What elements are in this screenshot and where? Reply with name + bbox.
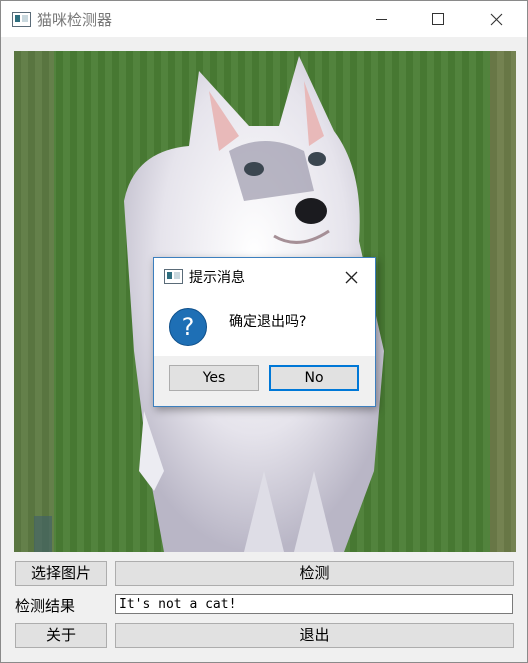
- no-button[interactable]: No: [269, 365, 359, 391]
- select-image-button[interactable]: 选择图片: [15, 561, 107, 586]
- dialog-title: 提示消息: [189, 270, 245, 286]
- confirm-dialog: 提示消息 ? 确定退出吗? Yes No: [153, 257, 376, 407]
- app-icon: [12, 12, 31, 27]
- dialog-button-bar: Yes No: [154, 356, 375, 406]
- minimize-button[interactable]: [359, 1, 405, 37]
- dialog-app-icon: [164, 269, 183, 284]
- result-label: 检测结果: [15, 597, 76, 615]
- maximize-icon: [432, 13, 444, 25]
- close-button[interactable]: [473, 1, 519, 37]
- maximize-button[interactable]: [413, 1, 459, 37]
- title-bar[interactable]: 猫咪检测器: [1, 1, 527, 37]
- dialog-message: 确定退出吗?: [229, 314, 307, 330]
- result-field[interactable]: It's not a cat!: [115, 594, 513, 614]
- close-icon: [490, 13, 503, 26]
- detect-button[interactable]: 检测: [115, 561, 514, 586]
- window-title: 猫咪检测器: [37, 11, 113, 29]
- close-icon: [345, 271, 358, 284]
- dialog-close-button[interactable]: [340, 266, 362, 288]
- question-icon: ?: [169, 308, 207, 346]
- minimize-icon: [376, 19, 387, 20]
- dialog-title-bar[interactable]: 提示消息: [154, 258, 375, 294]
- yes-button[interactable]: Yes: [169, 365, 259, 391]
- about-button[interactable]: 关于: [15, 623, 107, 648]
- exit-button[interactable]: 退出: [115, 623, 514, 648]
